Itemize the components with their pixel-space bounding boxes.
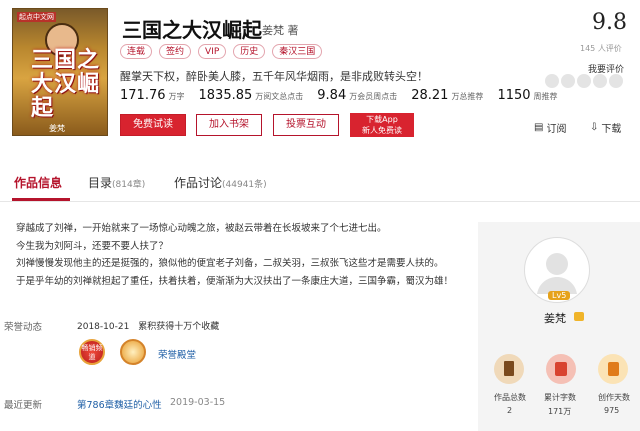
rating-count: 145 人评价 [580, 44, 622, 53]
free-read-button[interactable]: 免费试读 [120, 114, 186, 136]
book-synopsis: 穿越成了刘禅，一开始就来了一场惊心动魄之旅，被赵云带着在长坂坡来了个七进七出。 … [16, 220, 453, 290]
tag-serial: 连载 [120, 44, 153, 59]
synopsis-line: 刘禅慢慢发现他主的还是挺强的，狼似他的便宜老子刘备，二叔关羽，三叔张飞这些才是需… [16, 258, 444, 269]
honor-medal-icon[interactable] [120, 339, 146, 365]
star-icon[interactable] [593, 74, 607, 88]
stat-words: 171.76 万字 [120, 88, 185, 103]
book-intro: 醒掌天下权，醉卧美人膝，五千年风华烟雨，是非成败转头空！ [120, 70, 428, 83]
download-app-line1: 下载App [366, 115, 398, 124]
stat-weekly-clicks: 9.84 万会员周点击 [317, 88, 398, 103]
word-count-icon [546, 354, 576, 384]
author-crown-icon [574, 312, 584, 321]
book-cover[interactable]: 起点中文网 三国之大汉崛起 姜梵 [12, 8, 108, 136]
tag-signed: 签约 [159, 44, 192, 59]
honor-hall-link[interactable]: 荣誉殿堂 [158, 347, 196, 361]
synopsis-line: 穿越成了刘禅，一开始就来了一场惊心动魄之旅，被赵云带着在长坂坡来了个七进七出。 [16, 223, 387, 234]
book-author[interactable]: 姜梵 著 [262, 22, 299, 38]
vote-button[interactable]: 投票互动 [273, 114, 339, 136]
tag-list: 连载 签约 VIP 历史 秦汉三国 [120, 44, 323, 59]
download-label: 下载 [601, 124, 622, 135]
honor-date: 2018-10-21 [77, 322, 130, 332]
star-icon[interactable] [545, 74, 559, 88]
stat-total-clicks: 1835.85 万阅文总点击 [198, 88, 304, 103]
days-label: 创作天数 [598, 393, 630, 402]
download-app-button[interactable]: 下载App 新人免费读 [350, 113, 414, 137]
latest-update-label: 最近更新 [4, 400, 43, 411]
synopsis-line: 今生我为刘阿斗，还要不要人扶了？ [16, 240, 169, 252]
tag-vip: VIP [198, 44, 227, 59]
subscribe-label: 订阅 [546, 124, 567, 135]
rss-icon: ▤ [534, 122, 544, 133]
word-total-label: 累计字数 [544, 393, 576, 402]
rating-stars[interactable] [545, 74, 623, 88]
honor-entry: 2018-10-21 累积获得十万个收藏 [77, 319, 219, 332]
word-total-value: 171万 [548, 407, 572, 416]
cover-title-art: 三国之大汉崛起 [31, 48, 101, 121]
honor-text: 累积获得十万个收藏 [138, 322, 220, 332]
download-icon: ⇩ [590, 122, 599, 133]
tag-history[interactable]: 历史 [233, 44, 266, 59]
subscribe-link[interactable]: ▤ 订阅 [534, 120, 566, 135]
star-icon[interactable] [609, 74, 623, 88]
rating-score: 9.8 [592, 10, 627, 35]
works-count-label: 作品总数 [494, 393, 526, 402]
days-value: 975 [604, 406, 620, 415]
star-icon[interactable] [577, 74, 591, 88]
add-to-shelf-button[interactable]: 加入书架 [196, 114, 262, 136]
active-tab-indicator [12, 198, 70, 201]
stat-total-recommend: 28.21 万总推荐 [411, 88, 484, 103]
author-name[interactable]: 姜梵 [544, 310, 566, 326]
bestseller-badge-icon[interactable]: 畅销频道 [79, 339, 105, 365]
tag-three-kingdoms[interactable]: 秦汉三国 [272, 44, 323, 59]
download-link[interactable]: ⇩ 下载 [590, 120, 621, 135]
book-title: 三国之大汉崛起 [122, 18, 262, 42]
days-icon [598, 354, 628, 384]
tab-discussion[interactable]: 作品讨论(44941条) [174, 174, 267, 191]
author-level-badge: Lv5 [548, 291, 571, 300]
synopsis-line: 于是乎年幼的刘禅就担起了重任，扶着扶着，便渐渐为大汉扶出了一条康庄大道，三国争霸… [16, 275, 454, 287]
star-icon[interactable] [561, 74, 575, 88]
book-stats: 171.76 万字 1835.85 万阅文总点击 9.84 万会员周点击 28.21 万… [120, 88, 572, 103]
cover-publisher: 起点中文网 [17, 12, 56, 22]
tab-catalog[interactable]: 目录(814章) [88, 174, 145, 191]
cover-author: 姜梵 [49, 124, 65, 133]
works-count-value: 2 [507, 406, 513, 415]
latest-update-date: 2019-03-15 [170, 397, 226, 408]
download-app-line2: 新人免费读 [362, 126, 402, 135]
tab-book-info[interactable]: 作品信息 [14, 174, 62, 191]
latest-chapter-link[interactable]: 第786章魏廷的心性 [77, 397, 162, 411]
honors-label: 荣誉动态 [4, 322, 43, 333]
works-icon [494, 354, 524, 384]
stat-weekly-recommend: 1150 周推荐 [497, 88, 558, 103]
